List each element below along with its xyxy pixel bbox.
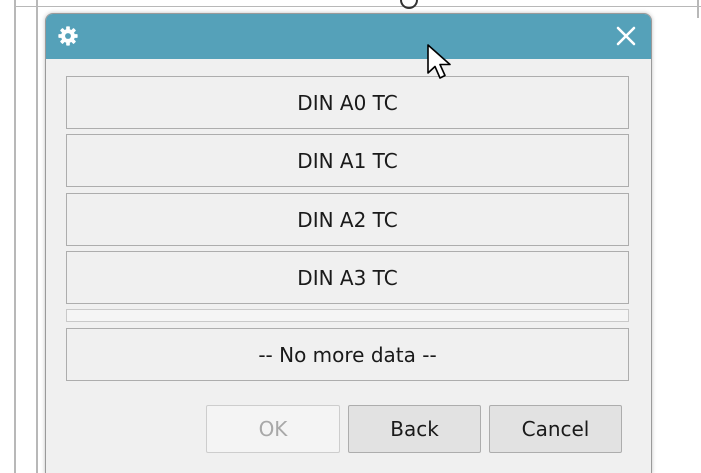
ok-button-label: OK	[258, 417, 288, 441]
list-item-din-a2-tc[interactable]: DIN A2 TC	[66, 193, 629, 246]
gear-icon	[58, 26, 78, 46]
list-item-label: DIN A1 TC	[297, 148, 398, 173]
background-table-border	[36, 0, 38, 473]
cancel-button[interactable]: Cancel	[489, 405, 622, 453]
back-button[interactable]: Back	[348, 405, 481, 453]
ok-button[interactable]: OK	[206, 405, 340, 453]
paper-format-dialog: DIN A0 TC DIN A1 TC DIN A2 TC DIN A3 TC …	[45, 13, 652, 473]
no-more-data-label: -- No more data --	[258, 342, 437, 367]
list-separator	[66, 309, 629, 322]
list-item-din-a3-tc[interactable]: DIN A3 TC	[66, 251, 629, 304]
background-table-border	[697, 0, 699, 18]
no-more-data-row: -- No more data --	[66, 328, 629, 381]
list-item-label: DIN A2 TC	[297, 207, 398, 232]
back-button-label: Back	[390, 417, 439, 441]
list-item-label: DIN A0 TC	[297, 90, 398, 115]
cancel-button-label: Cancel	[521, 417, 590, 441]
background-text-fragment	[380, 0, 440, 9]
background-table-border	[14, 6, 701, 7]
mouse-cursor-icon	[427, 44, 451, 79]
list-item-label: DIN A3 TC	[297, 265, 398, 290]
dialog-titlebar	[46, 14, 651, 59]
close-icon[interactable]	[615, 25, 637, 47]
list-item-din-a1-tc[interactable]: DIN A1 TC	[66, 134, 629, 187]
screen: DIN A0 TC DIN A1 TC DIN A2 TC DIN A3 TC …	[0, 0, 701, 473]
list-item-din-a0-tc[interactable]: DIN A0 TC	[66, 76, 629, 129]
background-table-border	[14, 0, 16, 473]
